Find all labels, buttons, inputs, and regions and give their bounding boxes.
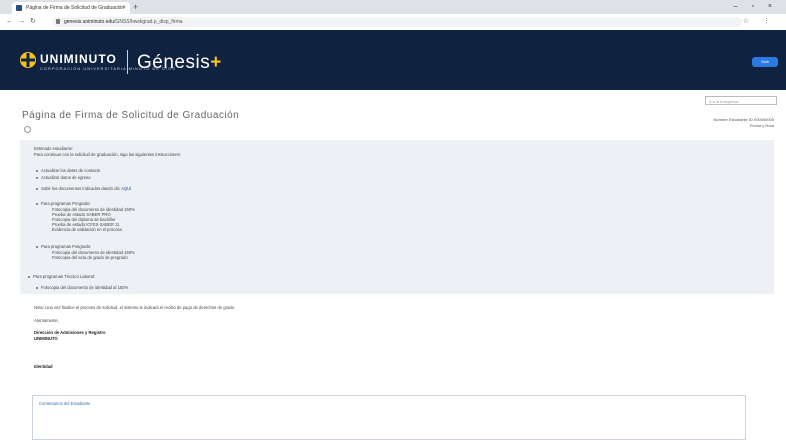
bullet — [36, 246, 38, 248]
meta-line-2: Fecha y Hora — [749, 123, 774, 128]
address-bar[interactable]: genesis.uniminuto.edu/GNSS/bwskgrad.p_di… — [52, 17, 742, 27]
posgrado-title: Para programas Posgrado: — [41, 244, 92, 249]
list-item: Evidencia de validación en el proceso — [52, 227, 123, 232]
bullet — [36, 177, 38, 179]
signature-line-2: UNIMINUTO — [34, 336, 58, 341]
uniminuto-logo-icon — [20, 52, 36, 68]
intro-text: Para continuar con la solicitud de gradu… — [34, 152, 181, 157]
new-tab-icon[interactable]: + — [133, 1, 138, 13]
instructions-panel — [20, 140, 774, 294]
docs-link[interactable]: AQUÍ — [121, 186, 131, 191]
address-domain: genesis.uniminuto.edu — [64, 19, 115, 25]
reload-icon[interactable]: ↻ — [30, 17, 36, 27]
browser-menu-icons[interactable]: ☆ ⋮ — [743, 17, 776, 27]
app-name: Génesis+ — [137, 52, 222, 74]
comments-textarea[interactable]: Comentarios del Estudiante — [32, 395, 746, 440]
pregrado-title: Para programas Pregrado: — [41, 201, 91, 206]
address-toolbar: ← → ↻ genesis.uniminuto.edu/GNSS/bwskgra… — [0, 14, 786, 31]
window-controls[interactable]: – ▫ × — [734, 0, 778, 14]
tab-title: Página de Firma de Solicitud de Graduaci… — [26, 5, 125, 11]
list-item: Fotocopia del documento de identidad al … — [41, 285, 129, 290]
docs-instruction: Subir los documentos indicados dando cli… — [41, 186, 131, 191]
logo-text: UNIMINUTO — [40, 52, 117, 66]
list-item[interactable]: Actualizar datos de egreso — [41, 175, 91, 180]
tecnico-title: Para programas Técnico Laboral: — [33, 274, 96, 279]
bullet — [36, 170, 38, 172]
address-path: /GNSS/bwskgrad.p_disp_firma — [114, 19, 183, 25]
favicon-icon — [16, 5, 22, 11]
back-icon[interactable]: ← — [6, 17, 13, 27]
bullet — [36, 287, 38, 289]
greeting: Estimado estudiante: — [34, 146, 74, 151]
search-input[interactable]: Ir a la búsqueda... — [705, 96, 777, 105]
info-icon[interactable] — [24, 126, 31, 133]
tab-close-icon[interactable]: × — [122, 2, 126, 14]
header-button[interactable]: Salir — [752, 57, 778, 67]
forward-icon[interactable]: → — [18, 17, 25, 27]
app-plus: + — [210, 52, 222, 73]
signature-label: Identidad — [34, 364, 53, 369]
bullet — [28, 276, 30, 278]
comments-label: Comentarios del Estudiante — [39, 401, 91, 406]
list-item[interactable]: Actualizar los datos de contacto — [41, 168, 100, 173]
site-header — [0, 30, 786, 90]
bullet — [36, 188, 38, 190]
page-title: Página de Firma de Solicitud de Graduaci… — [22, 110, 240, 121]
user-meta: Nombre Estudiante ID 000000000 Fecha y H… — [714, 117, 774, 129]
lock-icon — [56, 19, 60, 24]
signature-line-1: Dirección de Admisiones y Registro — [34, 330, 106, 335]
logo-divider — [127, 50, 128, 74]
note-text: Nota: Una vez finalice el proceso de sol… — [34, 305, 236, 310]
list-item: Fotocopia del acta de grado de pregrado — [52, 255, 128, 260]
app-name-text: Génesis — [137, 52, 211, 73]
regards-text: Atentamente, — [34, 318, 59, 323]
docs-text: Subir los documentos indicados dando cli… — [41, 186, 121, 191]
browser-tab-bar: Página de Firma de Solicitud de Graduaci… — [0, 0, 786, 14]
bullet — [36, 203, 38, 205]
browser-tab[interactable]: Página de Firma de Solicitud de Graduaci… — [12, 2, 130, 14]
